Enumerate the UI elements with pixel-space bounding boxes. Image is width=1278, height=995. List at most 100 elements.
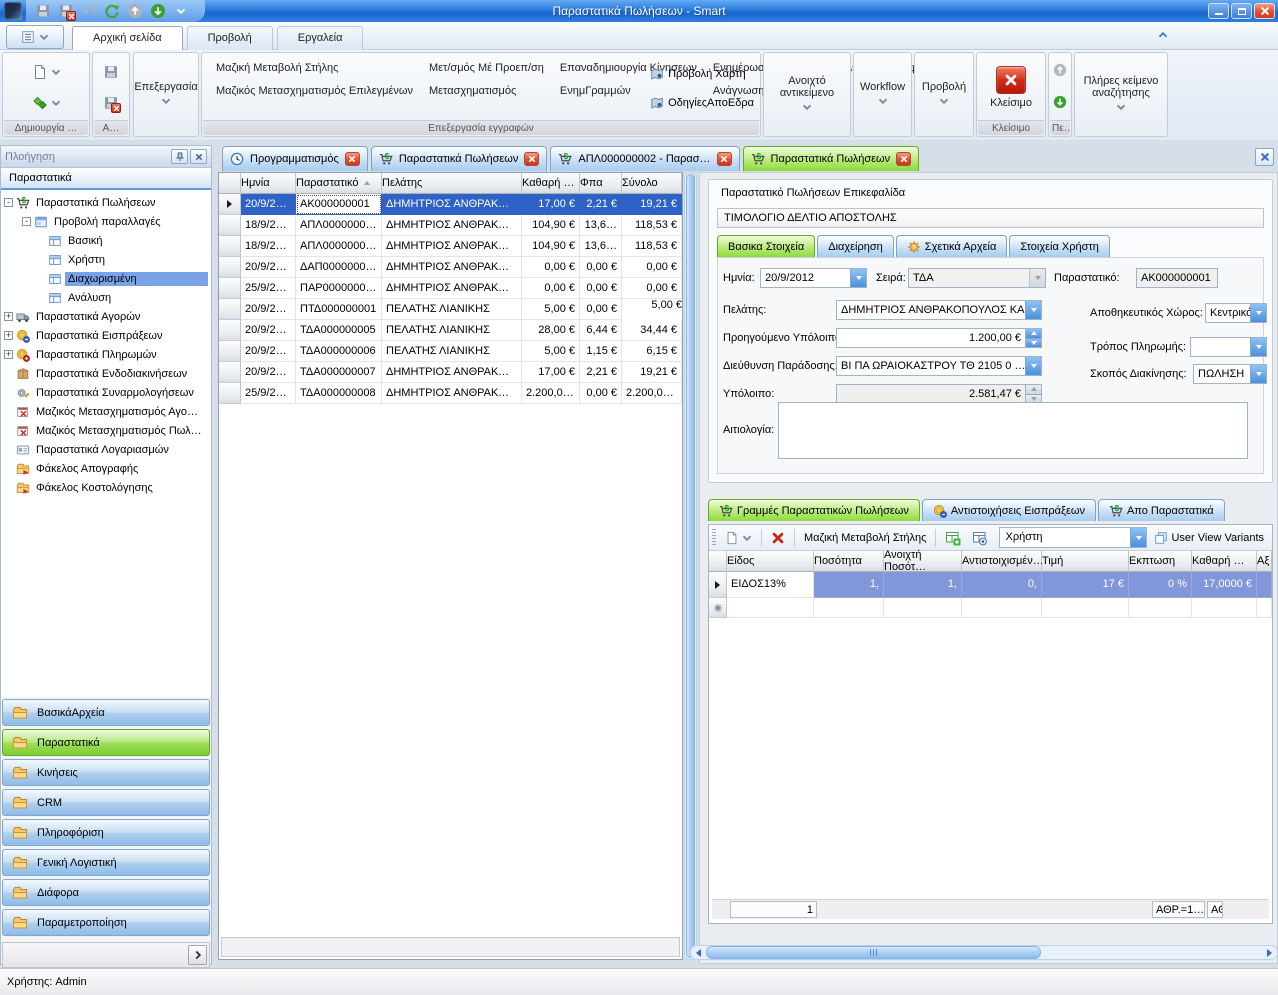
column-header-item[interactable]: Είδος <box>727 551 814 572</box>
tree-item-basic[interactable]: Βασική <box>1 231 211 250</box>
bulk-column-change-button[interactable]: Μαζική Μεταβολή Στήλης <box>208 57 421 80</box>
cell-open-qty[interactable] <box>884 598 962 618</box>
cell-doc[interactable]: ΑΠΛ000000002 <box>296 236 382 257</box>
tree-item-analysis[interactable]: Ανάλυση <box>1 288 211 307</box>
column-header-price[interactable]: Τιμή <box>1042 551 1129 572</box>
cell-vat[interactable]: 13,6… <box>580 236 622 257</box>
toolbar-grip[interactable] <box>712 529 716 547</box>
vertical-scrollbar[interactable] <box>684 172 697 960</box>
cell-doc[interactable]: ΠΤΔ000000001 <box>296 299 382 320</box>
column-header-qty[interactable]: Ποσότητα <box>814 551 884 572</box>
cell-item[interactable]: ΕΙΔΟΣ13% <box>727 572 814 598</box>
edit-button[interactable]: Επεξεργασία <box>136 55 196 132</box>
tree-item-inventory-folder[interactable]: Φάκελος Απογραφής <box>1 459 211 478</box>
tree-item-view-variants[interactable]: -Προβολή παραλλαγές <box>1 212 211 231</box>
row-selector[interactable] <box>219 194 241 215</box>
cell-vat[interactable]: 0,00 € <box>580 257 622 278</box>
tree-item-bulk-transform-sales[interactable]: Μαζικός Μετασχηματισμός Πωλ… <box>1 421 211 440</box>
cell-total[interactable]: 5,00 € <box>622 299 682 320</box>
address-field[interactable]: ΒΙ ΠΑ ΩΡΑΙΟΚΑΣΤΡΟΥ ΤΘ 2105 0 … <box>836 356 1042 376</box>
cell-total[interactable]: 0,00 € <box>622 278 682 299</box>
tab-close-icon[interactable] <box>717 152 732 166</box>
column-header-total[interactable]: Σύνολο <box>622 173 682 194</box>
table-row[interactable]: 20/9/2012 ΤΔΑ000000006 ΠΕΛΑΤΗΣ ΛΙΑΝΙΚΗΣ … <box>219 341 682 362</box>
expand-icon[interactable]: + <box>4 331 13 340</box>
cell-date[interactable]: 20/9/2012 <box>241 257 296 278</box>
column-header-customer[interactable]: Πελάτης <box>382 173 522 194</box>
cell-item[interactable] <box>727 598 814 618</box>
cell-price[interactable]: 17 € <box>1042 572 1129 598</box>
table-row[interactable]: 20/9/2012 ΤΔΑ000000005 ΠΕΛΑΤΗΣ ΛΙΑΝΙΚΗΣ … <box>219 320 682 341</box>
cell-total[interactable]: 19,21 € <box>622 194 682 215</box>
column-header-net[interactable]: Καθαρή … <box>1192 551 1257 572</box>
cell-net[interactable]: 28,00 € <box>522 320 580 341</box>
payment-field[interactable] <box>1190 337 1267 357</box>
nav-basic-files[interactable]: ΒασικάΑρχεία <box>2 699 210 726</box>
save-close-record-button[interactable] <box>99 93 123 113</box>
new-line-button[interactable] <box>721 529 756 547</box>
cell-matched[interactable] <box>962 598 1042 618</box>
table-row[interactable]: ΕΙΔΟΣ13% 1, 1, 0, 17 € 0 % 17,0000 € <box>709 572 1272 598</box>
pin-icon[interactable] <box>171 149 188 164</box>
cell-vat[interactable]: 1,15 € <box>580 341 622 362</box>
cell-customer[interactable]: ΔΗΜΗΤΡΙΟΣ ΑΝΘΡΑΚΟΠ… <box>382 236 522 257</box>
cell-date[interactable]: 20/9/2012 <box>241 299 296 320</box>
nav-information[interactable]: Πληροφόριση <box>2 819 210 846</box>
chevron-down-icon[interactable] <box>850 269 866 287</box>
table-row[interactable]: 18/9/2012 ΑΠΛ000000002 ΔΗΜΗΤΡΙΟΣ ΑΝΘΡΑΚΟ… <box>219 236 682 257</box>
cell-customer[interactable]: ΔΗΜΗΤΡΙΟΣ ΑΝΘΡΑΚΟΠ… <box>382 215 522 236</box>
cell-price[interactable] <box>1042 598 1129 618</box>
cell-date[interactable]: 20/9/2012 <box>241 362 296 383</box>
cell-discount[interactable]: 0 % <box>1129 572 1192 598</box>
prev-balance-field[interactable]: 1.200,00 € <box>836 328 1042 348</box>
cell-net[interactable]: 5,00 € <box>522 341 580 362</box>
doc-tab-scheduling[interactable]: Προγραμματισμός <box>222 146 368 171</box>
column-header-value[interactable]: Αξ <box>1257 551 1272 572</box>
tab-sales-lines[interactable]: Γραμμές Παραστατικών Πωλήσεων <box>708 499 920 521</box>
transform-preview-button[interactable]: Μετ/σμός Μέ Προεπ/ση <box>421 57 552 80</box>
column-header-date[interactable]: Ημνία <box>241 173 296 194</box>
chevron-down-icon[interactable] <box>1025 301 1041 319</box>
cell-customer[interactable]: ΔΗΜΗΤΡΙΟΣ ΑΝΘΡΑΚΟΠ… <box>382 362 522 383</box>
scroll-left-icon[interactable] <box>691 946 706 959</box>
table-row[interactable]: 20/9/2012 ΤΔΑ000000007 ΔΗΜΗΤΡΙΟΣ ΑΝΘΡΑΚΟ… <box>219 362 682 383</box>
row-selector[interactable] <box>219 362 241 383</box>
cell-date[interactable]: 25/9/2012 <box>241 383 296 404</box>
column-header-net[interactable]: Καθαρή … <box>522 173 580 194</box>
tree-item-separated[interactable]: Διαχωρισμένη <box>1 269 211 288</box>
cell-vat[interactable]: 0,00 € <box>580 278 622 299</box>
series-field[interactable]: ΤΔΑ <box>908 268 1046 288</box>
row-selector[interactable] <box>219 236 241 257</box>
row-selector[interactable] <box>219 215 241 236</box>
directions-button[interactable]: ΟδηγίεςΑποΕδρα <box>646 96 758 110</box>
tab-view[interactable]: Προβολή <box>187 26 273 50</box>
tab-management[interactable]: Διαχείρηση <box>817 235 894 257</box>
table-row[interactable]: 25/9/2012 ΤΔΑ000000008 ΔΗΜΗΤΡΙΟΣ ΑΝΘΡΑΚΟ… <box>219 383 682 404</box>
new-row-selector[interactable] <box>709 598 727 618</box>
transform-button[interactable]: Μετασχηματισμός <box>421 80 552 103</box>
cell-qty[interactable] <box>814 598 884 618</box>
view-variant-combo[interactable]: Χρήστη <box>999 527 1147 548</box>
cell-customer[interactable]: ΔΗΜΗΤΡΙΟΣ ΑΝΘΡΑΚΟΠ… <box>382 278 522 299</box>
cell-net[interactable]: 0,00 € <box>522 257 580 278</box>
tree-item-internal-moves[interactable]: Παραστατικά Ενδοδιακινήσεων <box>1 364 211 383</box>
nav-movements[interactable]: Κινήσεις <box>2 759 210 786</box>
tree-item-account-docs[interactable]: Παραστατικά Λογαριασμών <box>1 440 211 459</box>
cell-date[interactable]: 20/9/2012 <box>241 320 296 341</box>
workflow-button[interactable]: Workflow <box>856 55 909 132</box>
cell-discount[interactable] <box>1129 598 1192 618</box>
save-close-button[interactable] <box>57 2 75 20</box>
cell-vat[interactable]: 2,21 € <box>580 194 622 215</box>
cell-total[interactable]: 2.200,00 € <box>622 383 682 404</box>
column-header-matched[interactable]: Αντιστοιχισμέν… <box>962 551 1042 572</box>
row-selector[interactable] <box>219 257 241 278</box>
minimize-button[interactable] <box>1208 3 1229 19</box>
cell-doc[interactable]: ΤΔΑ000000007 <box>296 362 382 383</box>
table-row[interactable]: 25/9/2012 ΠΑΡ000000001 ΔΗΜΗΤΡΙΟΣ ΑΝΘΡΑΚΟ… <box>219 278 682 299</box>
table-row[interactable]: 20/9/2012 ΠΤΔ000000001 ΠΕΛΑΤΗΣ ΛΙΑΝΙΚΗΣ … <box>219 299 682 320</box>
row-selector[interactable] <box>219 299 241 320</box>
fulltext-search-button[interactable]: Πλήρες κείμενο αναζήτησης <box>1077 55 1165 132</box>
cell-date[interactable]: 18/9/2012 <box>241 236 296 257</box>
cell-doc[interactable]: ΑΚ000000001 <box>296 194 382 215</box>
cell-customer[interactable]: ΠΕΛΑΤΗΣ ΛΙΑΝΙΚΗΣ <box>382 320 522 341</box>
